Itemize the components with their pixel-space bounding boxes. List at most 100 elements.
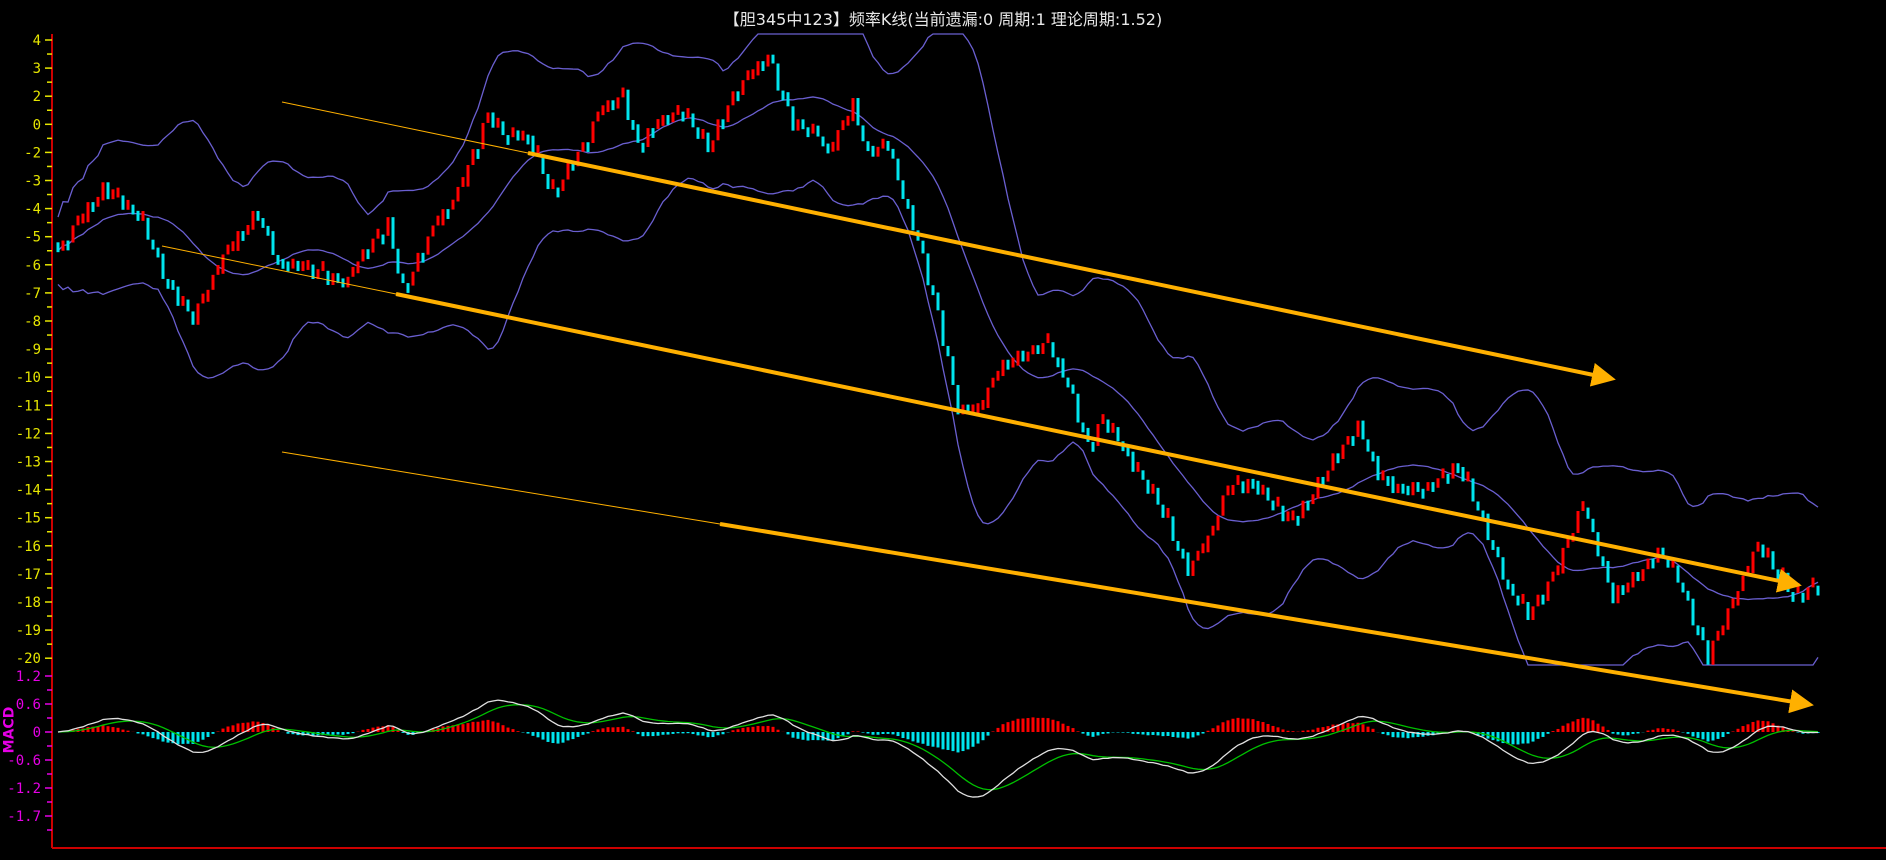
- candle: [1116, 427, 1120, 442]
- candle: [106, 182, 110, 200]
- candle: [1741, 575, 1745, 592]
- candle: [1056, 357, 1060, 368]
- candle: [526, 134, 530, 145]
- candle: [1131, 451, 1135, 472]
- candle: [1736, 591, 1740, 606]
- candle: [1301, 500, 1305, 519]
- candle: [1441, 468, 1445, 479]
- candle: [1456, 463, 1460, 474]
- candle: [701, 129, 705, 139]
- candle: [1256, 480, 1260, 495]
- candle: [346, 276, 350, 288]
- candle: [1196, 550, 1200, 561]
- candle: [591, 121, 595, 144]
- candle: [156, 247, 160, 258]
- candle: [911, 205, 915, 231]
- candle: [1581, 501, 1585, 512]
- candle: [286, 261, 290, 272]
- candle: [356, 261, 360, 274]
- candle: [566, 160, 570, 180]
- candle: [76, 215, 80, 226]
- candle: [1086, 427, 1090, 442]
- candle: [196, 303, 200, 325]
- candle: [1531, 606, 1535, 620]
- candle: [1686, 590, 1690, 601]
- candle: [826, 143, 830, 154]
- candle: [291, 258, 295, 269]
- trend-arrow-upper: [527, 151, 1616, 387]
- candle: [296, 260, 300, 272]
- macd-tick-label: -1.7: [7, 809, 41, 825]
- candle: [1791, 592, 1795, 602]
- candle: [256, 210, 260, 221]
- candle: [866, 141, 870, 152]
- candle: [486, 112, 490, 123]
- candle: [116, 187, 120, 198]
- candle: [1816, 585, 1820, 596]
- candle: [501, 121, 505, 136]
- candle: [1761, 544, 1765, 558]
- y-tick-label: -6: [24, 258, 41, 274]
- y-ticks: 4 3 2 0 -2 -3 -4 -5 -6 -7 -8 -9 -10 -11 -12 -13 -14 -15 -1…: [7, 33, 52, 831]
- candle: [1371, 451, 1375, 462]
- candle: [1276, 496, 1280, 507]
- candle: [926, 253, 930, 286]
- macd-tick-label: -0.6: [7, 753, 41, 769]
- candle: [681, 111, 685, 122]
- candle: [546, 173, 550, 190]
- candle: [1611, 582, 1615, 604]
- candle: [936, 292, 940, 311]
- candle: [776, 63, 780, 91]
- candle: [1236, 475, 1240, 485]
- candle: [171, 280, 175, 290]
- candle: [431, 225, 435, 237]
- candle: [1466, 471, 1470, 482]
- candle: [386, 217, 390, 236]
- bollinger-middle: [57, 96, 1819, 601]
- candle: [736, 91, 740, 102]
- candle: [141, 211, 145, 221]
- candle: [476, 149, 480, 159]
- candle: [786, 92, 790, 107]
- candle: [1156, 487, 1160, 505]
- candle: [946, 345, 950, 357]
- candle: [1811, 577, 1815, 588]
- y-tick-label: -4: [24, 202, 41, 218]
- candle: [1416, 482, 1420, 492]
- candle: [496, 117, 500, 128]
- candle: [691, 113, 695, 128]
- candle: [1291, 510, 1295, 521]
- y-tick-label: -14: [16, 483, 41, 499]
- candle: [146, 217, 150, 240]
- candle: [231, 241, 235, 252]
- candle: [661, 115, 665, 126]
- candle: [111, 189, 115, 200]
- candle: [1406, 485, 1410, 496]
- candle: [806, 127, 810, 138]
- candle: [131, 204, 135, 215]
- candle: [206, 289, 210, 302]
- candle: [1101, 414, 1105, 424]
- candle: [1426, 482, 1430, 491]
- candle: [326, 270, 330, 286]
- candle: [791, 106, 795, 131]
- candle: [1586, 507, 1590, 519]
- candle: [1151, 483, 1155, 494]
- candle: [1411, 482, 1415, 496]
- candle: [1176, 540, 1180, 551]
- candle: [1566, 538, 1570, 548]
- candle: [411, 271, 415, 286]
- candle: [201, 293, 205, 304]
- candle: [626, 89, 630, 121]
- candle: [856, 98, 860, 126]
- candle: [1726, 608, 1730, 630]
- candle: [741, 80, 745, 95]
- candle: [1706, 640, 1710, 665]
- candle: [761, 61, 765, 72]
- candle: [466, 165, 470, 187]
- candle: [251, 210, 255, 230]
- candle: [1776, 569, 1780, 580]
- candle: [1261, 484, 1265, 495]
- candle: [331, 273, 335, 286]
- candle: [381, 234, 385, 245]
